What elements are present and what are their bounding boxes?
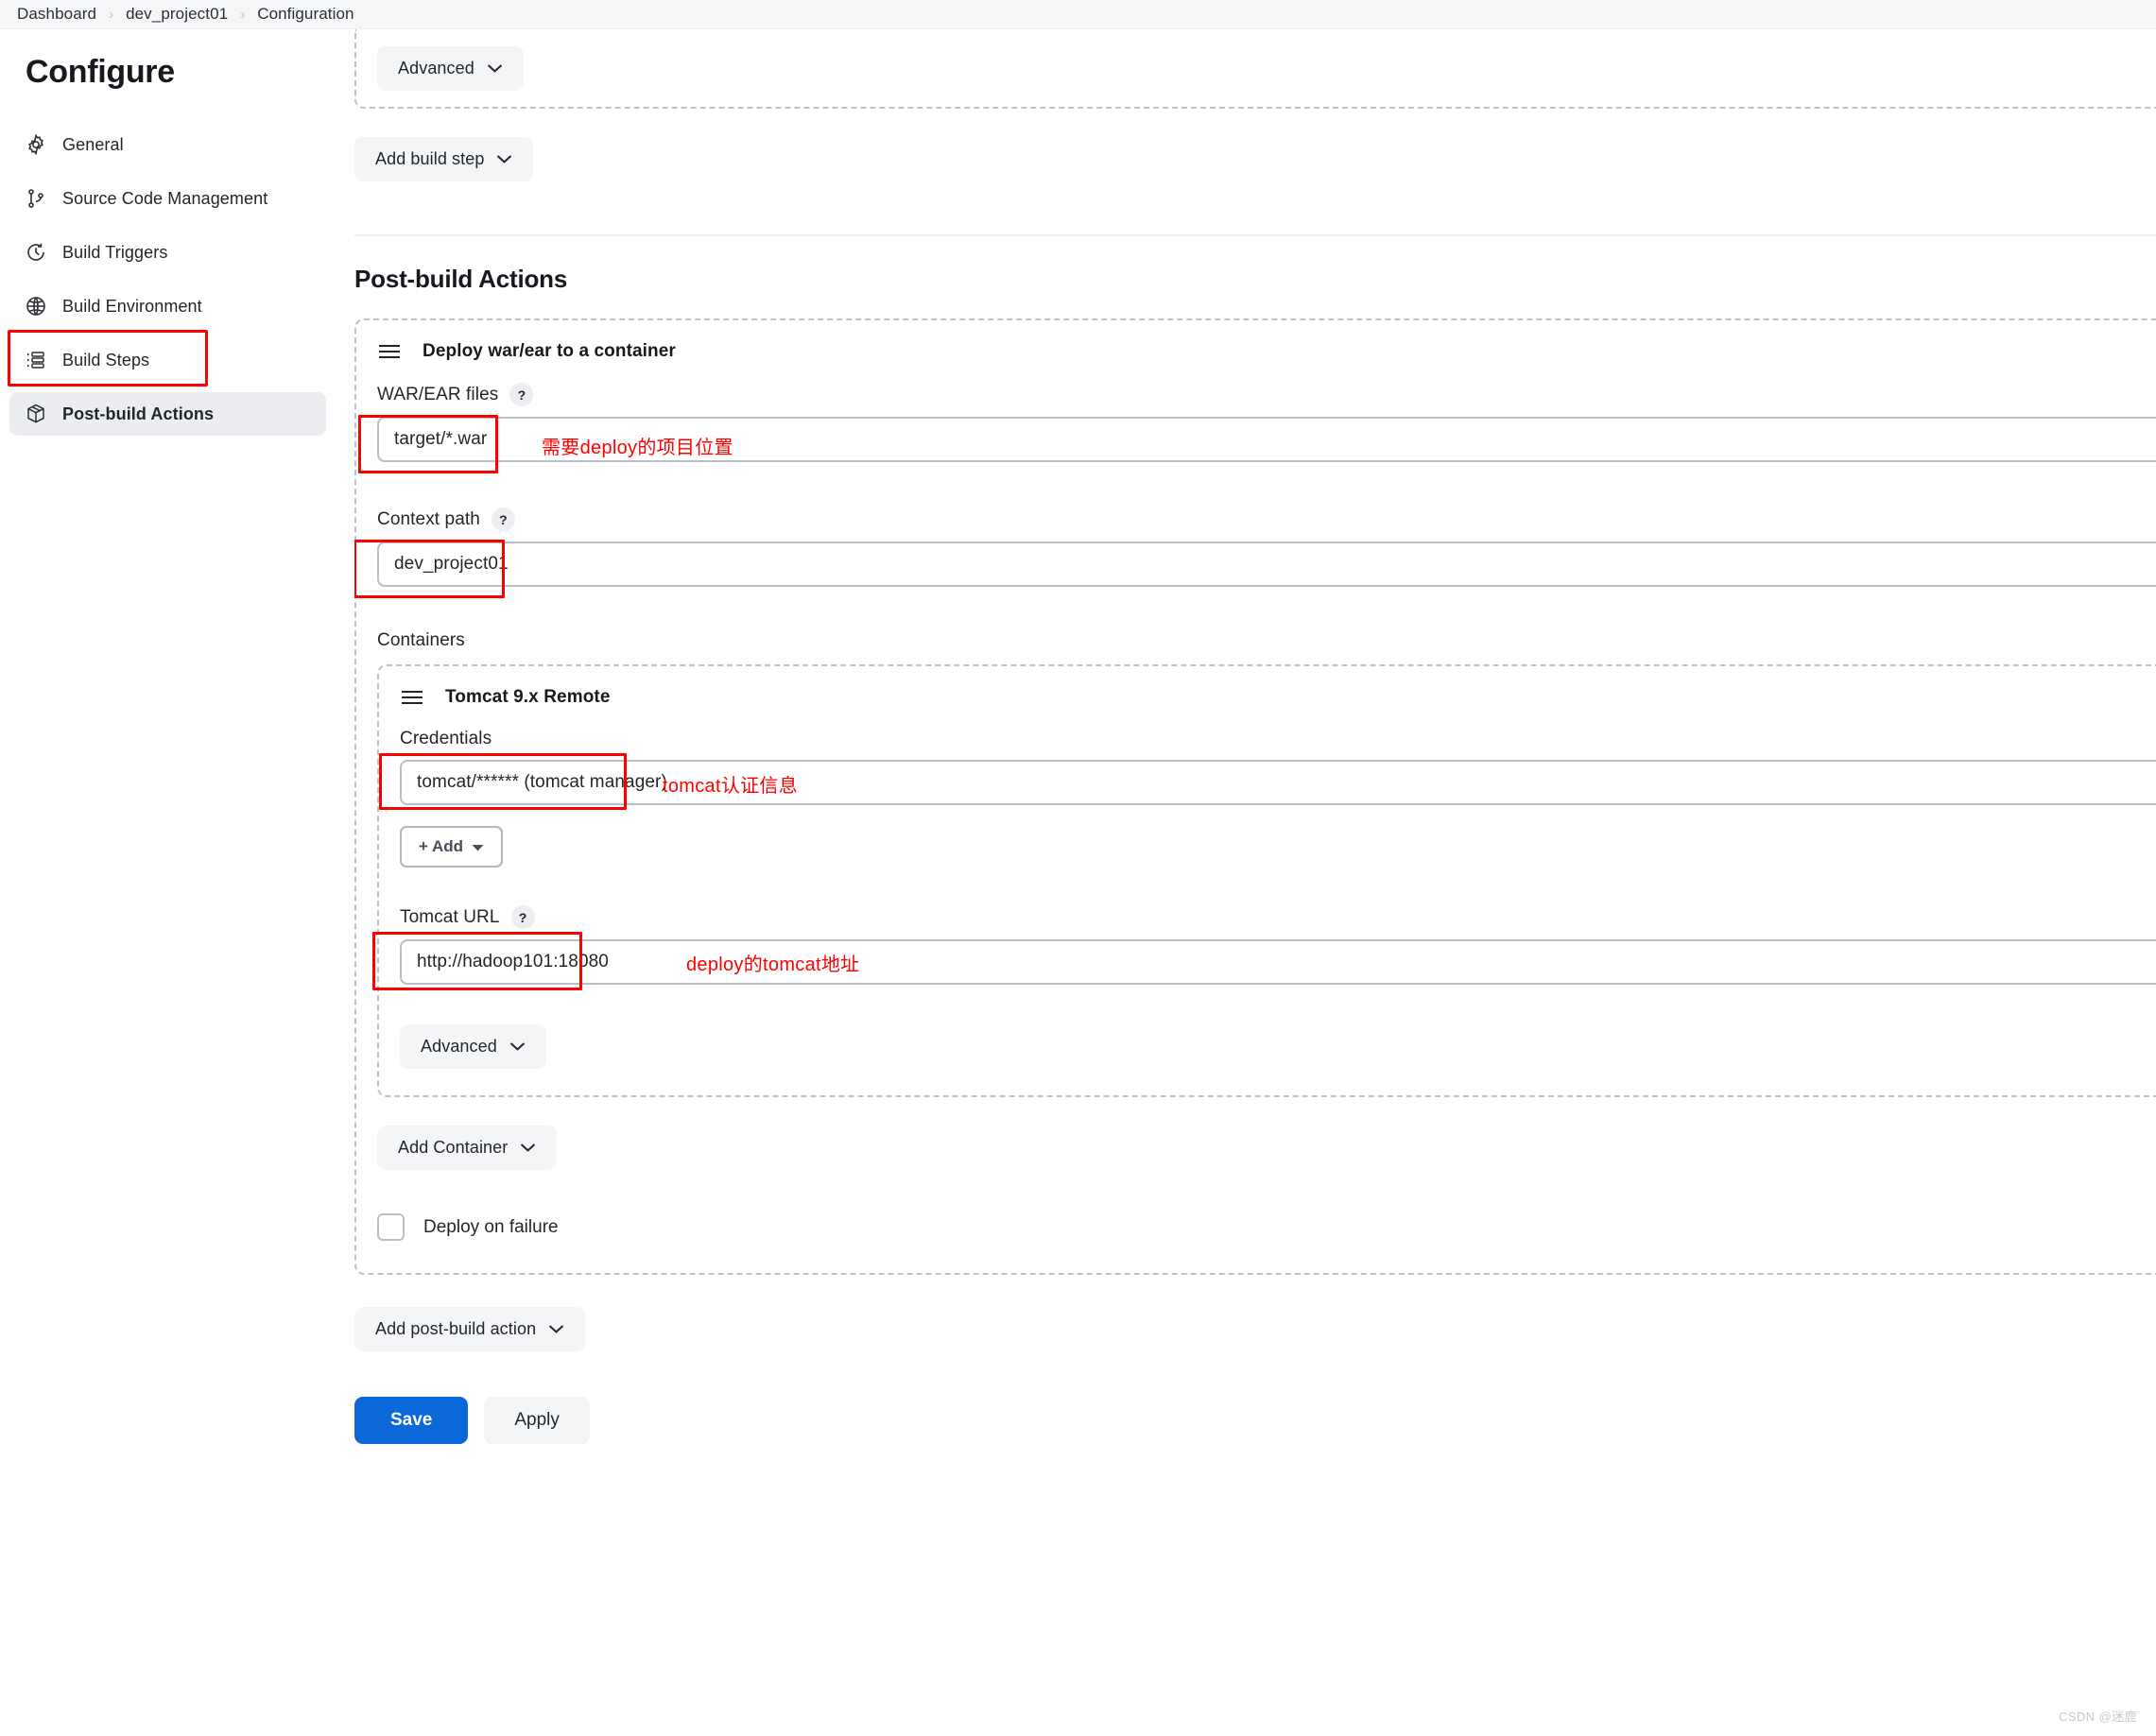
war-files-input[interactable]: [377, 417, 2156, 462]
package-icon: [24, 402, 48, 426]
sidebar-item-label: Source Code Management: [62, 188, 268, 208]
tomcat-container-panel: Tomcat 9.x Remote Credentials tomcat认证信息: [372, 664, 2156, 1097]
breadcrumb-separator: ›: [109, 6, 114, 23]
tomcat-url-label-row: Tomcat URL ?: [400, 905, 2156, 929]
caret-down-icon: [472, 837, 484, 856]
nav-gap: [0, 382, 354, 392]
credentials-label-row: Credentials: [400, 729, 2156, 749]
sidebar-item-label: Post-build Actions: [62, 404, 215, 423]
build-step-panel: Advanced: [354, 29, 2156, 109]
page-body: Configure General Source Code Management…: [0, 29, 2156, 1736]
container-advanced-row: Advanced: [379, 1024, 2156, 1069]
add-build-step-row: Add build step: [354, 137, 2156, 181]
list-icon: [24, 348, 48, 372]
sidebar-item-general[interactable]: General: [9, 123, 326, 166]
container-panel-title: Tomcat 9.x Remote: [445, 687, 611, 707]
advanced-build-step-label: Advanced: [398, 59, 474, 77]
war-files-label: WAR/EAR files: [377, 384, 499, 404]
gear-icon: [24, 132, 48, 157]
advanced-build-step-button[interactable]: Advanced: [377, 46, 524, 91]
breadcrumb-item-configuration[interactable]: Configuration: [257, 5, 354, 24]
breadcrumb-separator: ›: [240, 6, 246, 23]
credentials-label: Credentials: [400, 729, 492, 748]
nav-gap: [0, 274, 354, 284]
chevron-down-icon: [509, 1041, 526, 1052]
breadcrumb: Dashboard › dev_project01 › Configuratio…: [0, 0, 2156, 29]
sidebar: Configure General Source Code Management…: [0, 29, 354, 436]
context-path-label-row: Context path ?: [377, 507, 2156, 531]
add-credentials-label: + Add: [419, 837, 464, 855]
deploy-on-failure-checkbox[interactable]: [377, 1213, 405, 1241]
deploy-on-failure-row[interactable]: Deploy on failure: [356, 1213, 2156, 1241]
sidebar-item-post-build-actions[interactable]: Post-build Actions: [9, 392, 326, 436]
credentials-select[interactable]: [400, 760, 2156, 805]
chevron-down-icon: [496, 154, 512, 164]
git-branch-icon: [24, 186, 48, 211]
drag-handle-icon[interactable]: [400, 689, 424, 706]
add-container-button[interactable]: Add Container: [377, 1126, 558, 1170]
war-files-field-block: WAR/EAR files ? 需要deploy的项目位置: [356, 383, 2156, 473]
help-icon[interactable]: ?: [510, 905, 535, 929]
war-files-label-row: WAR/EAR files ?: [377, 383, 2156, 406]
add-build-step-button[interactable]: Add build step: [354, 137, 534, 181]
containers-block: Containers: [356, 630, 2156, 651]
tomcat-url-input[interactable]: [400, 939, 2156, 985]
add-post-build-action-row: Add post-build action: [354, 1307, 2156, 1351]
add-container-label: Add Container: [398, 1138, 509, 1157]
container-panel-header: Tomcat 9.x Remote: [379, 687, 2156, 708]
nav-gap: [0, 220, 354, 231]
add-credentials-button[interactable]: + Add: [400, 826, 504, 868]
apply-button[interactable]: Apply: [484, 1397, 590, 1444]
breadcrumb-item-dashboard[interactable]: Dashboard: [17, 5, 96, 24]
help-icon[interactable]: ?: [509, 383, 534, 406]
add-container-row: Add Container: [356, 1126, 2156, 1170]
sidebar-item-label: Build Environment: [62, 296, 202, 316]
context-path-field-block: Context path ?: [354, 507, 2156, 598]
deploy-panel-header: Deploy war/ear to a container: [356, 341, 2156, 362]
sidebar-item-build-environment[interactable]: Build Environment: [9, 284, 326, 328]
advanced-container-button[interactable]: Advanced: [400, 1024, 546, 1069]
tomcat-url-label: Tomcat URL: [400, 906, 500, 927]
deploy-panel-title: Deploy war/ear to a container: [423, 341, 676, 361]
deploy-on-failure-label: Deploy on failure: [423, 1216, 559, 1237]
page-title: Configure: [26, 54, 175, 90]
watermark: CSDN @迷鹿: [2059, 1710, 2137, 1724]
main-content: Advanced Add build step Post-build Actio…: [354, 29, 2156, 1736]
sidebar-item-label: General: [62, 134, 124, 154]
clock-icon: [24, 240, 48, 265]
sidebar-item-label: Build Triggers: [62, 242, 168, 262]
add-build-step-label: Add build step: [375, 149, 485, 168]
tomcat-url-field-block: Tomcat URL ? deploy的tomcat地址: [372, 905, 2156, 990]
chevron-down-icon: [487, 63, 503, 74]
nav-gap: [0, 328, 354, 338]
sidebar-item-build-steps[interactable]: Build Steps: [9, 338, 326, 382]
sidebar-item-label: Build Steps: [62, 350, 150, 370]
post-build-actions-heading: Post-build Actions: [354, 265, 568, 293]
sidebar-item-source-code-management[interactable]: Source Code Management: [9, 177, 326, 220]
credentials-field-block: Credentials tomcat认证信息: [379, 729, 2156, 810]
credentials-add-row: + Add: [379, 826, 2156, 868]
add-post-build-action-label: Add post-build action: [375, 1319, 537, 1338]
breadcrumb-item-project[interactable]: dev_project01: [126, 5, 228, 24]
nav-gap: [0, 166, 354, 177]
chevron-down-icon: [548, 1324, 564, 1334]
help-icon[interactable]: ?: [491, 507, 515, 531]
sidebar-item-build-triggers[interactable]: Build Triggers: [9, 231, 326, 274]
section-divider: [354, 234, 2156, 236]
drag-handle-icon[interactable]: [377, 343, 402, 360]
advanced-container-label: Advanced: [421, 1037, 497, 1056]
context-path-label: Context path: [377, 508, 480, 529]
containers-label: Containers: [377, 630, 465, 650]
save-button[interactable]: Save: [354, 1397, 469, 1444]
deploy-war-panel: Deploy war/ear to a container WAR/EAR fi…: [354, 318, 2156, 1275]
add-post-build-action-button[interactable]: Add post-build action: [354, 1307, 586, 1351]
form-actions: Save Apply: [354, 1397, 2156, 1444]
context-path-input[interactable]: [377, 541, 2156, 587]
sidebar-nav: General Source Code Management Build Tri…: [0, 123, 354, 436]
globe-icon: [24, 294, 48, 318]
chevron-down-icon: [520, 1143, 536, 1153]
